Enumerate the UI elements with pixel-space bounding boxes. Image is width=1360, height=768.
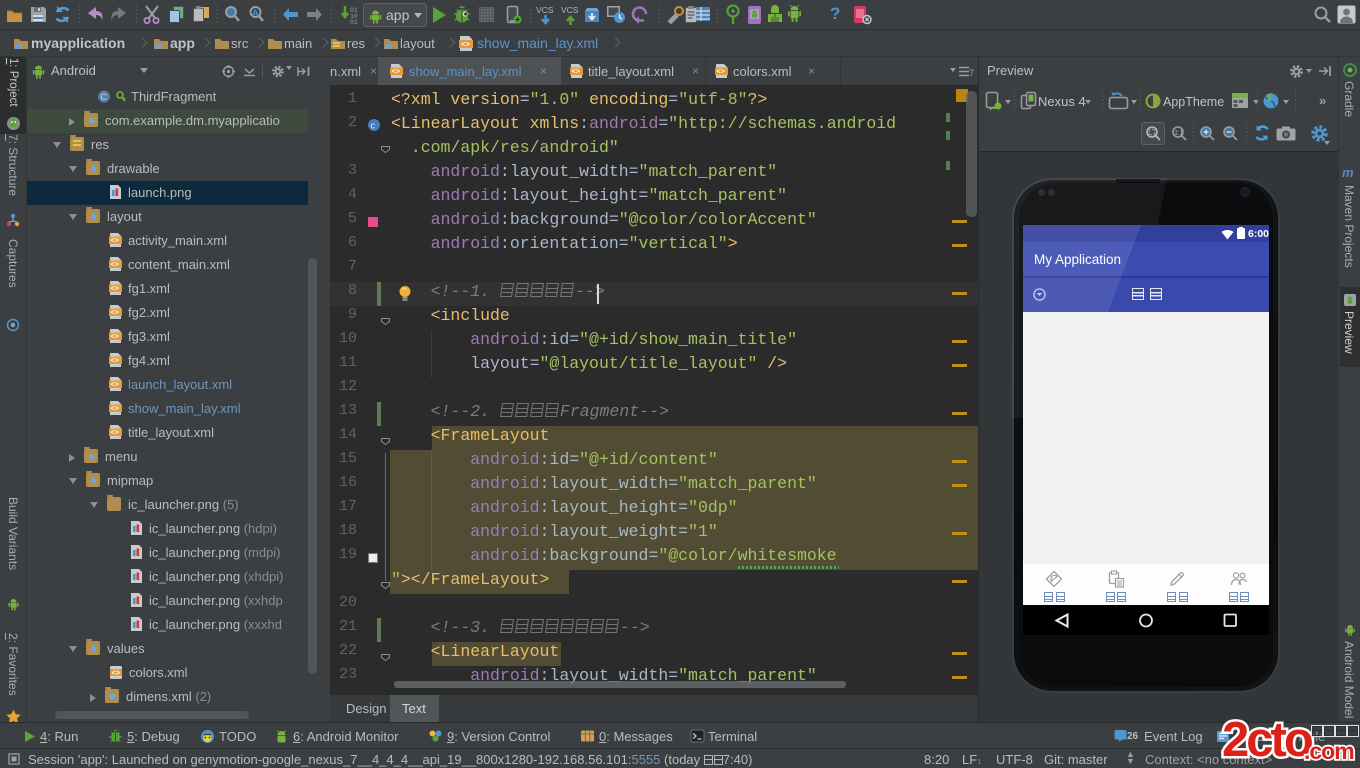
svg-text:VCS: VCS [536, 5, 554, 15]
svg-text:<>: <> [717, 69, 725, 77]
svg-text:A: A [252, 8, 259, 18]
svg-text:1:1: 1:1 [1174, 130, 1183, 137]
svg-text:C: C [101, 92, 108, 102]
svg-text:01: 01 [350, 19, 358, 26]
svg-text:<>: <> [111, 262, 119, 270]
svg-text:<>: <> [111, 334, 119, 342]
svg-text:7: 7 [969, 68, 974, 78]
svg-text:2cto: 2cto [1222, 713, 1313, 767]
svg-text:<>: <> [111, 430, 119, 438]
svg-text:<>: <> [111, 286, 119, 294]
svg-text:c: c [371, 121, 376, 131]
svg-text:<>: <> [461, 42, 471, 50]
svg-text:<>: <> [111, 238, 119, 246]
svg-text:.com: .com [1304, 738, 1354, 764]
svg-text:<>: <> [572, 69, 580, 77]
svg-text:VCS: VCS [561, 5, 579, 15]
svg-text:<>: <> [111, 406, 119, 414]
svg-text:<>: <> [111, 310, 119, 318]
svg-text:<>: <> [111, 382, 119, 390]
svg-text:<>: <> [111, 358, 119, 366]
svg-text:<>: <> [112, 670, 120, 678]
svg-text:<>: <> [392, 69, 400, 77]
